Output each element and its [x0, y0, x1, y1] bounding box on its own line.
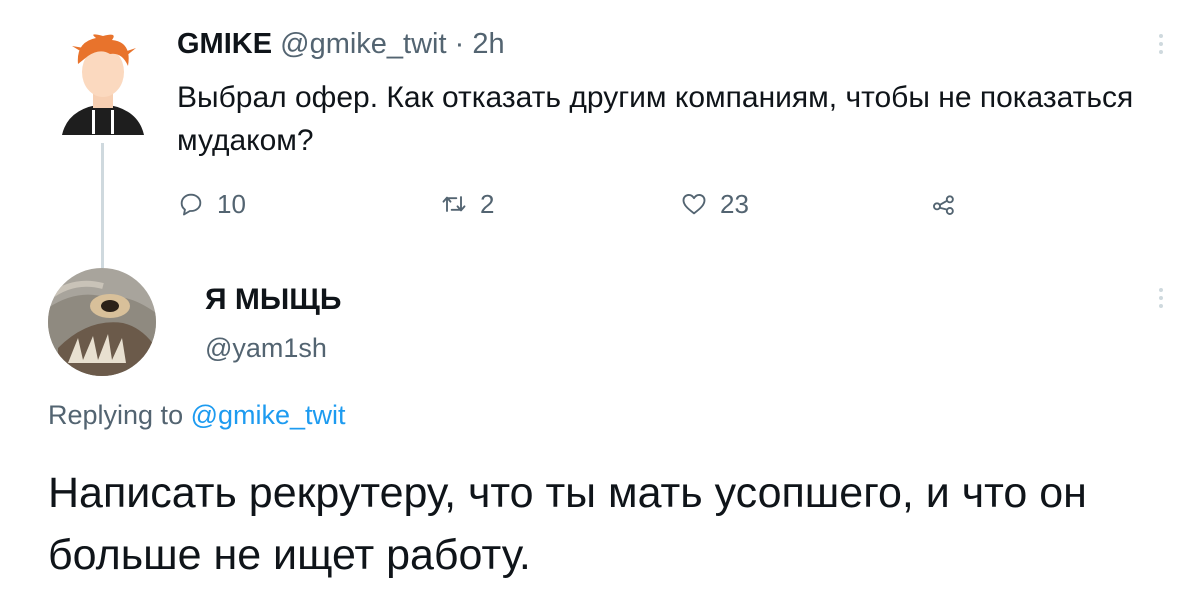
- reply-author-handle[interactable]: @yam1sh: [205, 333, 327, 364]
- retweet-button[interactable]: 2: [440, 184, 494, 224]
- tweet-header: GMIKE @gmike_twit · 2h: [177, 28, 505, 61]
- retweet-count: 2: [480, 188, 495, 219]
- like-count: 23: [720, 188, 749, 219]
- retweet-icon: [442, 196, 466, 212]
- author-handle[interactable]: @gmike_twit: [280, 28, 446, 60]
- header-separator: ·: [454, 28, 465, 60]
- more-icon[interactable]: [1155, 282, 1167, 322]
- reply-icon: [180, 193, 202, 216]
- replying-to: Replying to @gmike_twit: [48, 400, 346, 431]
- tweet-text: Выбрал офер. Как отказать другим компани…: [177, 81, 1134, 157]
- reply-text: Написать рекрутеру, что ты мать усопшего…: [48, 469, 1087, 579]
- reply-button[interactable]: 10: [177, 184, 246, 224]
- thread-connector-line: [101, 143, 104, 268]
- like-button[interactable]: 23: [680, 184, 749, 224]
- like-icon: [682, 193, 706, 215]
- replying-to-handle-link[interactable]: @gmike_twit: [191, 400, 346, 430]
- replying-prefix: Replying to: [48, 400, 184, 430]
- avatar[interactable]: [48, 30, 158, 140]
- reply-count: 10: [217, 188, 246, 219]
- avatar[interactable]: [48, 268, 156, 376]
- share-icon: [933, 195, 954, 215]
- share-button[interactable]: [930, 184, 970, 224]
- reply-author-name[interactable]: Я МЫЩЬ: [205, 283, 341, 317]
- tweet-timestamp[interactable]: 2h: [472, 28, 504, 60]
- author-name[interactable]: GMIKE: [177, 28, 272, 60]
- more-icon[interactable]: [1155, 28, 1167, 68]
